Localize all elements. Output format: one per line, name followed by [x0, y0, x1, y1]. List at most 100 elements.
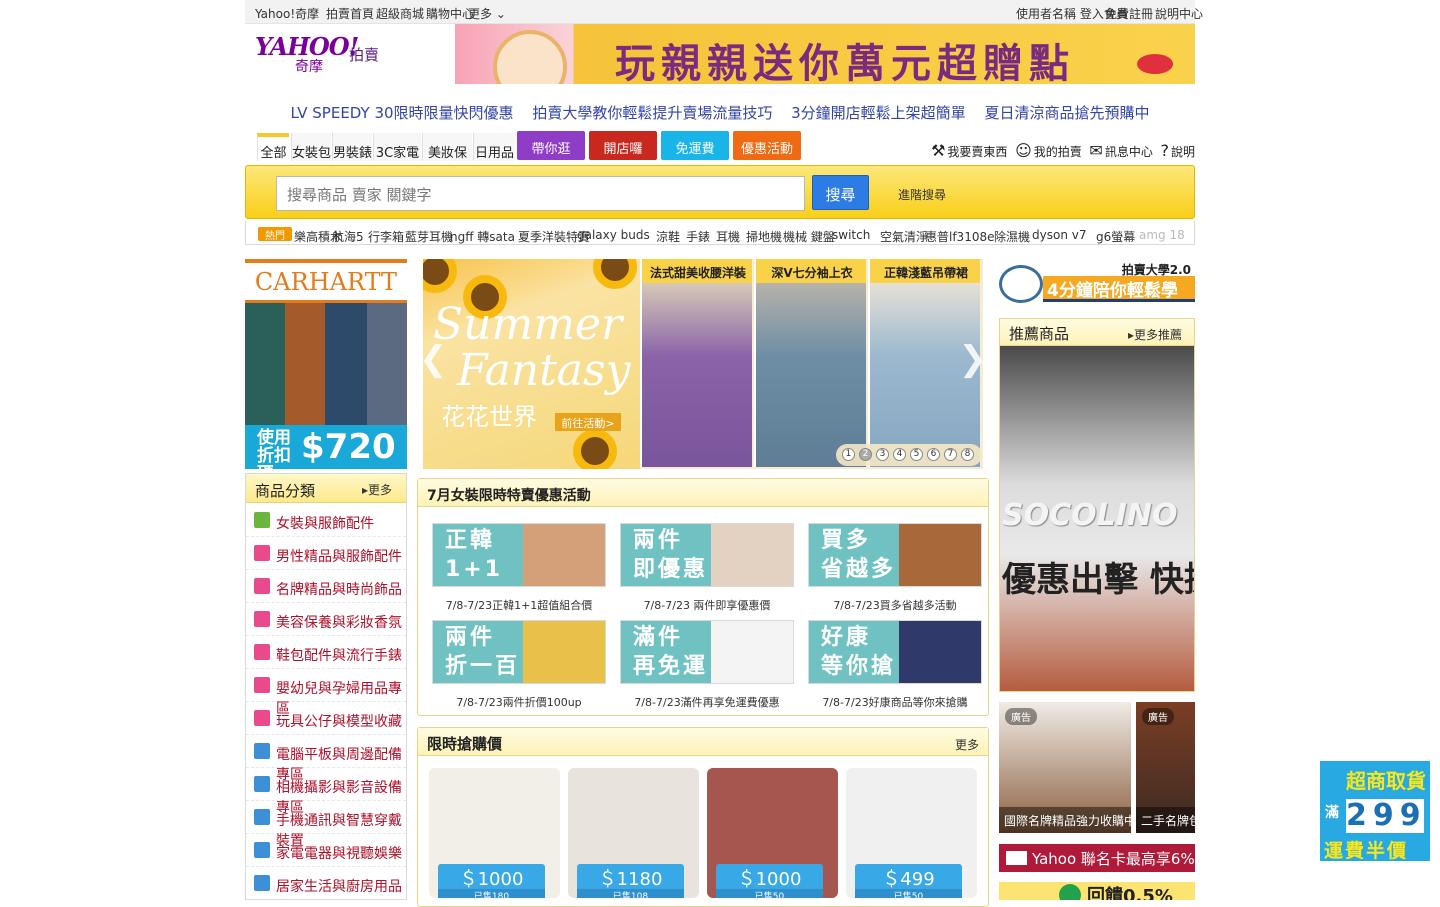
- tab-promotions[interactable]: 優惠活動: [733, 131, 801, 160]
- yahoo-auction-logo[interactable]: YAHOO! 奇摩 拍賣: [255, 32, 385, 76]
- search-button[interactable]: 搜尋: [812, 175, 869, 210]
- category-item[interactable]: 嬰幼兒與孕婦用品專區: [246, 669, 406, 717]
- tab-free-shipping[interactable]: 免運費: [661, 131, 729, 160]
- card-text: Yahoo 聯名卡最高享6%: [1032, 850, 1195, 868]
- carousel-panel[interactable]: 深V七分袖上衣: [754, 259, 866, 467]
- promo-cell[interactable]: 正韓 1+1 7/8-7/23正韓1+1超值組合價: [432, 523, 606, 613]
- tab-men[interactable]: 男裝錶: [332, 133, 372, 161]
- topbar-link-register[interactable]: 免費註冊: [1105, 5, 1153, 22]
- ad-thumbnail[interactable]: 廣告 二手名牌包包特賣會: [1136, 702, 1195, 833]
- hot-keyword[interactable]: 掃地機: [746, 228, 782, 244]
- auction-university-banner[interactable]: 拍賣大學2.0 4分鐘陪你輕鬆學: [999, 259, 1195, 305]
- hero-carousel[interactable]: Summer Fantasy 花花世界 前往活動> 法式甜美收腰洋裝 深V七分袖…: [423, 259, 983, 469]
- recommend-image[interactable]: SOCOLINO 優惠出擊 快搶: [1000, 346, 1194, 691]
- promo-cell[interactable]: 好康 等你搶 7/8-7/23好康商品等你來搶購: [808, 620, 982, 710]
- category-more-link[interactable]: ▸更多: [362, 481, 392, 498]
- carousel-dot[interactable]: 7: [944, 448, 957, 461]
- hot-keyword[interactable]: ngff 轉sata: [450, 228, 515, 244]
- category-item[interactable]: 美容保養與彩妝香氛: [246, 603, 406, 636]
- my-auction-link[interactable]: ☺ 我的拍賣: [1015, 141, 1082, 160]
- category-label: 玩具公仔與模型收藏: [276, 714, 402, 730]
- hot-keyword[interactable]: amg 18: [1139, 228, 1185, 242]
- promo-link[interactable]: 3分鐘開店輕鬆上架超簡單: [791, 104, 966, 122]
- category-item[interactable]: 鞋包配件與流行手錶: [246, 636, 406, 669]
- topbar-link-mall[interactable]: 超級商城: [376, 5, 424, 22]
- topbar-link-yahoo[interactable]: Yahoo!奇摩: [255, 5, 319, 22]
- topbar-link-auction-home[interactable]: 拍賣首頁: [326, 5, 374, 22]
- promo-link[interactable]: LV SPEEDY 30限時限量快閃優惠: [291, 104, 514, 122]
- carousel-dot[interactable]: 5: [910, 448, 923, 461]
- category-item[interactable]: 電腦平板與周邊配備專區: [246, 735, 406, 783]
- hot-keyword[interactable]: 空氣清淨: [880, 228, 928, 244]
- hot-keyword[interactable]: 除濕機: [994, 228, 1030, 244]
- carousel-dot[interactable]: 8: [961, 448, 974, 461]
- hot-keyword[interactable]: 航海5: [332, 228, 364, 244]
- floating-shipping-ad[interactable]: 超商取貨 滿 299 運費半價: [1320, 761, 1430, 861]
- advanced-search-link[interactable]: 進階搜尋: [898, 186, 946, 203]
- hot-keyword[interactable]: 手錶: [686, 228, 710, 244]
- carousel-dot[interactable]: 1: [842, 448, 855, 461]
- carousel-dot[interactable]: 2: [859, 448, 872, 461]
- tab-all[interactable]: 全部: [257, 133, 289, 161]
- category-item[interactable]: 男性精品與服飾配件: [246, 537, 406, 570]
- carousel-cta[interactable]: 前往活動>: [555, 413, 621, 431]
- tab-women[interactable]: 女裝包: [291, 133, 331, 161]
- hot-keyword[interactable]: switch: [832, 228, 870, 242]
- category-item[interactable]: 女裝與服飾配件: [246, 504, 406, 537]
- carousel-panel[interactable]: 法式甜美收腰洋裝: [640, 259, 752, 467]
- promo-cell-caption: 7/8-7/23 兩件即享優惠價: [643, 599, 771, 612]
- carousel-dot[interactable]: 6: [927, 448, 940, 461]
- chevron-left-icon[interactable]: ❮: [423, 339, 448, 379]
- hot-keyword[interactable]: g6螢幕: [1096, 228, 1135, 244]
- left-brand-ad[interactable]: CARHARTT 使用折扣碼 $720: [245, 259, 407, 469]
- deal-item[interactable]: ＄1000 已售180: [429, 768, 560, 898]
- topbar-link-more[interactable]: 更多 ⌄: [468, 5, 506, 22]
- carousel-dot[interactable]: 3: [876, 448, 889, 461]
- sell-link[interactable]: ⚒ 我要賣東西: [931, 141, 1007, 160]
- hot-keyword[interactable]: galaxy buds: [577, 228, 650, 242]
- promo-link[interactable]: 拍賣大學教你輕鬆提升賣場流量技巧: [532, 104, 772, 122]
- category-item[interactable]: 名牌精品與時尚飾品: [246, 570, 406, 603]
- carousel-dot[interactable]: 4: [893, 448, 906, 461]
- credit-card-banner[interactable]: Yahoo 聯名卡最高享6%: [999, 844, 1195, 872]
- category-label: 名牌精品與時尚飾品: [276, 582, 402, 598]
- hot-keyword[interactable]: 行李箱: [368, 228, 404, 244]
- tab-daily[interactable]: 日用品: [473, 133, 515, 161]
- search-input[interactable]: 搜尋商品 賣家 關鍵字: [276, 176, 805, 211]
- category-item[interactable]: 居家生活與廚房用品: [246, 867, 406, 899]
- tab-browse[interactable]: 帶你逛: [517, 131, 585, 160]
- messages-link[interactable]: ✉ 訊息中心: [1089, 141, 1152, 160]
- deals-more-link[interactable]: 更多: [955, 736, 979, 753]
- deal-item[interactable]: ＄499 已售50: [846, 768, 977, 898]
- tab-beauty[interactable]: 美妝保養: [422, 133, 472, 180]
- topbar-link-shopping[interactable]: 購物中心: [426, 5, 474, 22]
- ad-thumbnail[interactable]: 廣告 國際名牌精品強力收購中: [999, 702, 1131, 833]
- promo-link[interactable]: 夏日清涼商品搶先預購中: [984, 104, 1149, 122]
- recommend-more-link[interactable]: ▸更多推薦: [1128, 326, 1182, 343]
- deal-item[interactable]: ＄1180 已售108: [568, 768, 699, 898]
- hot-keyword[interactable]: 耳機: [716, 228, 740, 244]
- pay-banner[interactable]: 回饋0.5%: [999, 882, 1195, 900]
- hot-keyword[interactable]: 機械 鍵盤: [783, 228, 835, 244]
- chevron-right-icon[interactable]: ❯: [959, 339, 984, 379]
- help-link[interactable]: ? 說明: [1160, 141, 1195, 160]
- hot-keyword[interactable]: dyson v7: [1032, 228, 1086, 242]
- promo-cell-image: 好康 等你搶: [808, 620, 982, 684]
- promo-cell[interactable]: 兩件 即優惠 7/8-7/23 兩件即享優惠價: [620, 523, 794, 613]
- tab-open-store[interactable]: 開店囉: [589, 131, 657, 160]
- category-item[interactable]: 手機通訊與智慧穿戴裝置: [246, 801, 406, 849]
- promo-cell[interactable]: 買多 省越多 7/8-7/23買多省越多活動: [808, 523, 982, 613]
- carousel-main-slide[interactable]: Summer Fantasy 花花世界 前往活動>: [423, 259, 640, 469]
- hot-keyword[interactable]: 涼鞋: [656, 228, 680, 244]
- promo-cell[interactable]: 兩件 折一百 7/8-7/23兩件折價100up: [432, 620, 606, 710]
- tab-3c[interactable]: 3C家電: [373, 133, 421, 161]
- topbar-link-help[interactable]: 說明中心: [1155, 5, 1203, 22]
- category-item[interactable]: 家電電器與視聽娛樂: [246, 834, 406, 867]
- category-item[interactable]: 玩具公仔與模型收藏: [246, 702, 406, 735]
- promo-cell[interactable]: 滿件 再免運 7/8-7/23滿件再享免運費優惠: [620, 620, 794, 710]
- deal-item[interactable]: ＄1000 已售50: [707, 768, 838, 898]
- hot-keyword[interactable]: 惠普lf3108e: [925, 228, 994, 244]
- top-promo-banner[interactable]: 玩親親送你萬元超贈點: [455, 24, 1195, 84]
- category-item[interactable]: 相機攝影與影音設備專區: [246, 768, 406, 816]
- hot-keyword[interactable]: 藍芽耳機: [405, 228, 453, 244]
